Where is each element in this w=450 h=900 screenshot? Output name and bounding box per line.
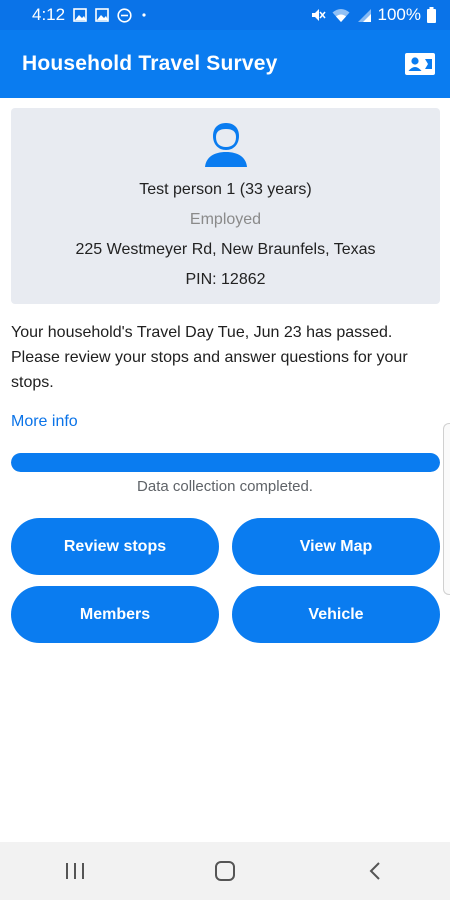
image-icon <box>95 8 109 22</box>
person-card: Test person 1 (33 years) Employed 225 We… <box>11 108 440 304</box>
status-bar: 4:12 100% <box>0 0 450 30</box>
progress-bar <box>11 453 440 472</box>
contact-card-icon[interactable] <box>404 52 436 76</box>
battery-percent: 100% <box>377 5 421 24</box>
status-right: 100% <box>310 5 450 25</box>
app-bar: Household Travel Survey <box>0 30 450 98</box>
signal-icon <box>356 8 372 23</box>
travel-day-message: Your household's Travel Day Tue, Jun 23 … <box>11 324 408 391</box>
person-address: 225 Westmeyer Rd, New Braunfels, Texas <box>75 241 376 258</box>
wifi-icon <box>332 8 350 23</box>
app-title: Household Travel Survey <box>22 52 278 75</box>
person-icon <box>202 120 250 168</box>
review-stops-button[interactable]: Review stops <box>11 518 219 575</box>
home-icon[interactable] <box>195 851 255 891</box>
more-info-link[interactable]: More info <box>11 413 78 431</box>
mute-icon <box>310 7 326 23</box>
battery-icon <box>427 7 436 23</box>
do-not-disturb-icon <box>117 7 132 23</box>
recent-apps-icon[interactable] <box>45 851 105 891</box>
view-map-button[interactable]: View Map <box>232 518 440 575</box>
image-icon <box>73 8 87 22</box>
person-name: Test person 1 (33 years) <box>139 181 312 198</box>
person-employment: Employed <box>189 211 262 228</box>
navigation-bar <box>0 842 450 900</box>
members-button[interactable]: Members <box>11 586 219 643</box>
status-left: 4:12 <box>0 5 148 25</box>
status-time: 4:12 <box>32 5 66 24</box>
progress-label: Data collection completed. <box>137 478 313 495</box>
back-icon[interactable] <box>345 851 405 891</box>
dot-icon <box>140 11 148 19</box>
person-pin: PIN: 12862 <box>185 271 266 288</box>
vehicle-button[interactable]: Vehicle <box>232 586 440 643</box>
edge-panel-handle[interactable] <box>443 423 450 595</box>
progress-fill <box>11 453 440 472</box>
screen: 4:12 100% Household Travel Survey Test p… <box>0 0 450 900</box>
